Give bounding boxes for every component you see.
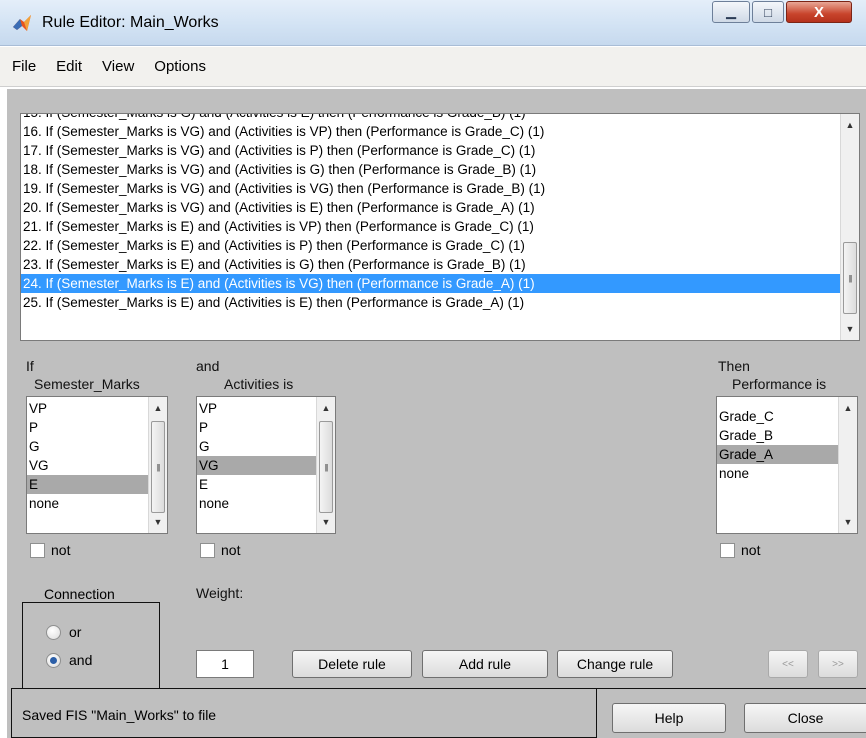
and-not-label: not xyxy=(221,542,241,558)
radio-selected-dot-icon xyxy=(50,656,57,664)
then-option[interactable]: none xyxy=(717,464,838,483)
and-option[interactable]: P xyxy=(197,418,316,437)
weight-input[interactable]: 1 xyxy=(196,650,254,678)
close-window-button[interactable]: X xyxy=(786,1,852,23)
scroll-thumb[interactable]: ||| xyxy=(319,421,333,513)
menu-options[interactable]: Options xyxy=(146,58,214,75)
if-option[interactable]: none xyxy=(27,494,148,513)
menu-file[interactable]: File xyxy=(4,58,44,75)
scroll-up-arrow-icon[interactable]: ▲ xyxy=(839,399,857,417)
if-options-list[interactable]: VP P G VG E none ▲ ||| ▼ xyxy=(26,396,168,534)
menu-edit[interactable]: Edit xyxy=(48,58,90,75)
minimize-button[interactable]: ▁ xyxy=(712,1,750,23)
and-option[interactable]: G xyxy=(197,437,316,456)
then-list-scrollbar[interactable]: ▲ ▼ xyxy=(838,397,857,533)
then-not-checkbox[interactable] xyxy=(720,542,735,558)
then-not-toggle[interactable]: not xyxy=(720,542,760,558)
and-option-selected[interactable]: VG xyxy=(197,456,316,475)
rule-row-partial[interactable]: 15. If (Semester_Marks is G) and (Activi… xyxy=(21,114,840,122)
scroll-down-arrow-icon[interactable]: ▼ xyxy=(839,513,857,531)
if-option[interactable]: VG xyxy=(27,456,148,475)
and-options-list[interactable]: VP P G VG E none ▲ ||| ▼ xyxy=(196,396,336,534)
and-radio-label: and xyxy=(69,652,93,668)
scroll-down-arrow-icon[interactable]: ▼ xyxy=(317,513,335,531)
scroll-down-arrow-icon[interactable]: ▼ xyxy=(149,513,167,531)
rule-row[interactable]: 16. If (Semester_Marks is VG) and (Activ… xyxy=(21,122,840,141)
and-label: and xyxy=(196,358,220,374)
rule-row[interactable]: 17. If (Semester_Marks is VG) and (Activ… xyxy=(21,141,840,160)
menu-bar: File Edit View Options xyxy=(0,47,866,87)
then-variable-label: Performance is xyxy=(732,376,827,392)
and-radio[interactable] xyxy=(46,652,61,668)
scroll-up-arrow-icon[interactable]: ▲ xyxy=(317,399,335,417)
close-button[interactable]: Close xyxy=(744,703,866,733)
delete-rule-button[interactable]: Delete rule xyxy=(292,650,412,678)
rule-list-scrollbar[interactable]: ▲ ||| ▼ xyxy=(840,114,859,340)
rule-row[interactable]: 19. If (Semester_Marks is VG) and (Activ… xyxy=(21,179,840,198)
minimize-icon: ▁ xyxy=(726,4,736,19)
if-variable-label: Semester_Marks xyxy=(34,376,140,392)
if-option[interactable]: VP xyxy=(27,399,148,418)
title-bar: Rule Editor: Main_Works ▁ □ X xyxy=(0,0,866,46)
then-label: Then xyxy=(718,358,750,374)
then-options-list[interactable]: Grade_C Grade_B Grade_A none ▲ ▼ xyxy=(716,396,858,534)
then-not-label: not xyxy=(741,542,761,558)
and-list-scrollbar[interactable]: ▲ ||| ▼ xyxy=(316,397,335,533)
scroll-up-arrow-icon[interactable]: ▲ xyxy=(841,116,859,134)
rule-row[interactable]: 21. If (Semester_Marks is E) and (Activi… xyxy=(21,217,840,236)
rule-row[interactable]: 22. If (Semester_Marks is E) and (Activi… xyxy=(21,236,840,255)
maximize-button[interactable]: □ xyxy=(752,1,784,23)
rule-list[interactable]: 15. If (Semester_Marks is G) and (Activi… xyxy=(20,113,860,341)
rule-row[interactable]: 18. If (Semester_Marks is VG) and (Activ… xyxy=(21,160,840,179)
rule-row[interactable]: 23. If (Semester_Marks is E) and (Activi… xyxy=(21,255,840,274)
connection-and-option[interactable]: and xyxy=(46,652,92,668)
connection-or-option[interactable]: or xyxy=(46,624,81,640)
then-option[interactable]: Grade_B xyxy=(717,426,838,445)
scroll-down-arrow-icon[interactable]: ▼ xyxy=(841,320,859,338)
or-label: or xyxy=(69,624,82,640)
next-button[interactable]: >> xyxy=(818,650,858,678)
change-rule-button[interactable]: Change rule xyxy=(557,650,673,678)
if-option-selected[interactable]: E xyxy=(27,475,148,494)
and-option[interactable]: E xyxy=(197,475,316,494)
add-rule-button[interactable]: Add rule xyxy=(422,650,548,678)
scroll-up-arrow-icon[interactable]: ▲ xyxy=(149,399,167,417)
if-not-toggle[interactable]: not xyxy=(30,542,70,558)
weight-label: Weight: xyxy=(196,585,244,601)
and-option[interactable]: VP xyxy=(197,399,316,418)
rule-row[interactable]: 25. If (Semester_Marks is E) and (Activi… xyxy=(21,293,840,312)
and-not-checkbox[interactable] xyxy=(200,542,215,558)
or-radio[interactable] xyxy=(46,624,61,640)
rule-row-selected[interactable]: 24. If (Semester_Marks is E) and (Activi… xyxy=(21,274,840,293)
previous-button[interactable]: << xyxy=(768,650,808,678)
then-option-selected[interactable]: Grade_A xyxy=(717,445,838,464)
status-text: Saved FIS "Main_Works" to file xyxy=(22,707,217,723)
matlab-logo-icon xyxy=(13,15,31,31)
maximize-icon: □ xyxy=(764,4,772,20)
if-label: If xyxy=(26,358,34,374)
help-button[interactable]: Help xyxy=(612,703,726,733)
connection-title: Connection xyxy=(38,586,121,602)
rule-row[interactable]: 20. If (Semester_Marks is VG) and (Activ… xyxy=(21,198,840,217)
and-variable-label: Activities is xyxy=(224,376,294,392)
and-option[interactable]: none xyxy=(197,494,316,513)
window-title: Rule Editor: Main_Works xyxy=(42,14,219,31)
if-option[interactable]: G xyxy=(27,437,148,456)
then-option[interactable]: Grade_C xyxy=(717,407,838,426)
and-not-toggle[interactable]: not xyxy=(200,542,240,558)
scroll-thumb[interactable]: ||| xyxy=(151,421,165,513)
scroll-thumb[interactable]: ||| xyxy=(843,242,857,314)
close-icon: X xyxy=(813,3,824,21)
if-list-scrollbar[interactable]: ▲ ||| ▼ xyxy=(148,397,167,533)
menu-view[interactable]: View xyxy=(94,58,142,75)
if-not-checkbox[interactable] xyxy=(30,542,45,558)
if-not-label: not xyxy=(51,542,71,558)
if-option[interactable]: P xyxy=(27,418,148,437)
